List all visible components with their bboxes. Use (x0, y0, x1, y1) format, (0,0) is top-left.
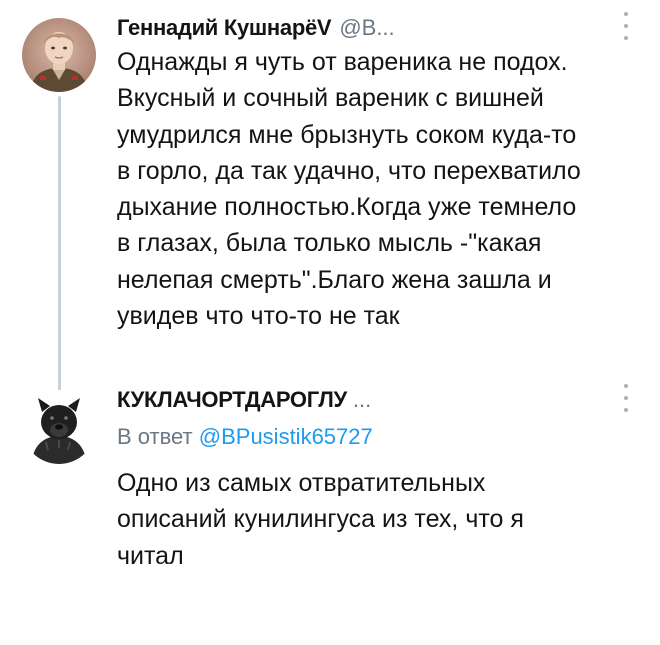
tweet-text-line: Однажды я чуть от вареника не подох. (117, 48, 568, 76)
author-handle[interactable]: @В... (339, 15, 394, 41)
tweet-text-line: описаний кунилингуса из тех, что я (117, 505, 524, 534)
tweet-header: КУКЛАЧОРТДАРОГЛУ ... (117, 383, 371, 417)
tweet-header: Геннадий КушнарёV @В... (117, 11, 395, 45)
tweet-text: Одно из самых отвратительных описаний ку… (117, 465, 632, 574)
tweet-reply[interactable]: КУКЛАЧОРТДАРОГЛУ ... В ответ @BPusistik6… (0, 372, 660, 642)
more-vertical-icon[interactable] (622, 12, 630, 40)
tweet-text-line: Вкусный и сочный вареник с вишней (117, 84, 544, 113)
child-portrait-icon (22, 18, 96, 92)
tweet-text: Однажды я чуть от вареника не подох. Вку… (117, 44, 632, 334)
thread-connector-line (58, 96, 61, 396)
tweet-text-line: в горло, да так удачно, что перехватило (117, 156, 581, 185)
tweet-text-line: нелепая смерть".Благо жена зашла и (117, 265, 552, 294)
tweet-text-line: читал (117, 541, 184, 570)
reply-prefix: В ответ (117, 424, 193, 449)
black-dog-icon (22, 390, 96, 464)
user-avatar[interactable] (22, 390, 96, 464)
tweet-text-line: Одно из самых отвратительных (117, 469, 486, 497)
tweet-original[interactable]: Геннадий КушнарёV @В... Однажды я чуть о… (0, 0, 660, 396)
author-name[interactable]: Геннадий КушнарёV (117, 15, 332, 41)
name-overflow: ... (352, 387, 372, 412)
user-avatar[interactable] (22, 18, 96, 92)
tweet-text-line: дыхание полностью.Когда уже темнело (117, 193, 577, 222)
reply-context: В ответ @BPusistik65727 (117, 424, 373, 450)
tweet-text-line: умудрился мне брызнуть соком куда-то (117, 120, 577, 149)
tweet-text-line: в глазах, была только мысль -"какая (117, 229, 542, 258)
tweet-text-line: увидев что что-то не так (117, 302, 400, 331)
author-name[interactable]: КУКЛАЧОРТДАРОГЛУ (117, 387, 347, 413)
more-vertical-icon[interactable] (622, 384, 630, 412)
reply-mention-link[interactable]: @BPusistik65727 (199, 424, 373, 449)
